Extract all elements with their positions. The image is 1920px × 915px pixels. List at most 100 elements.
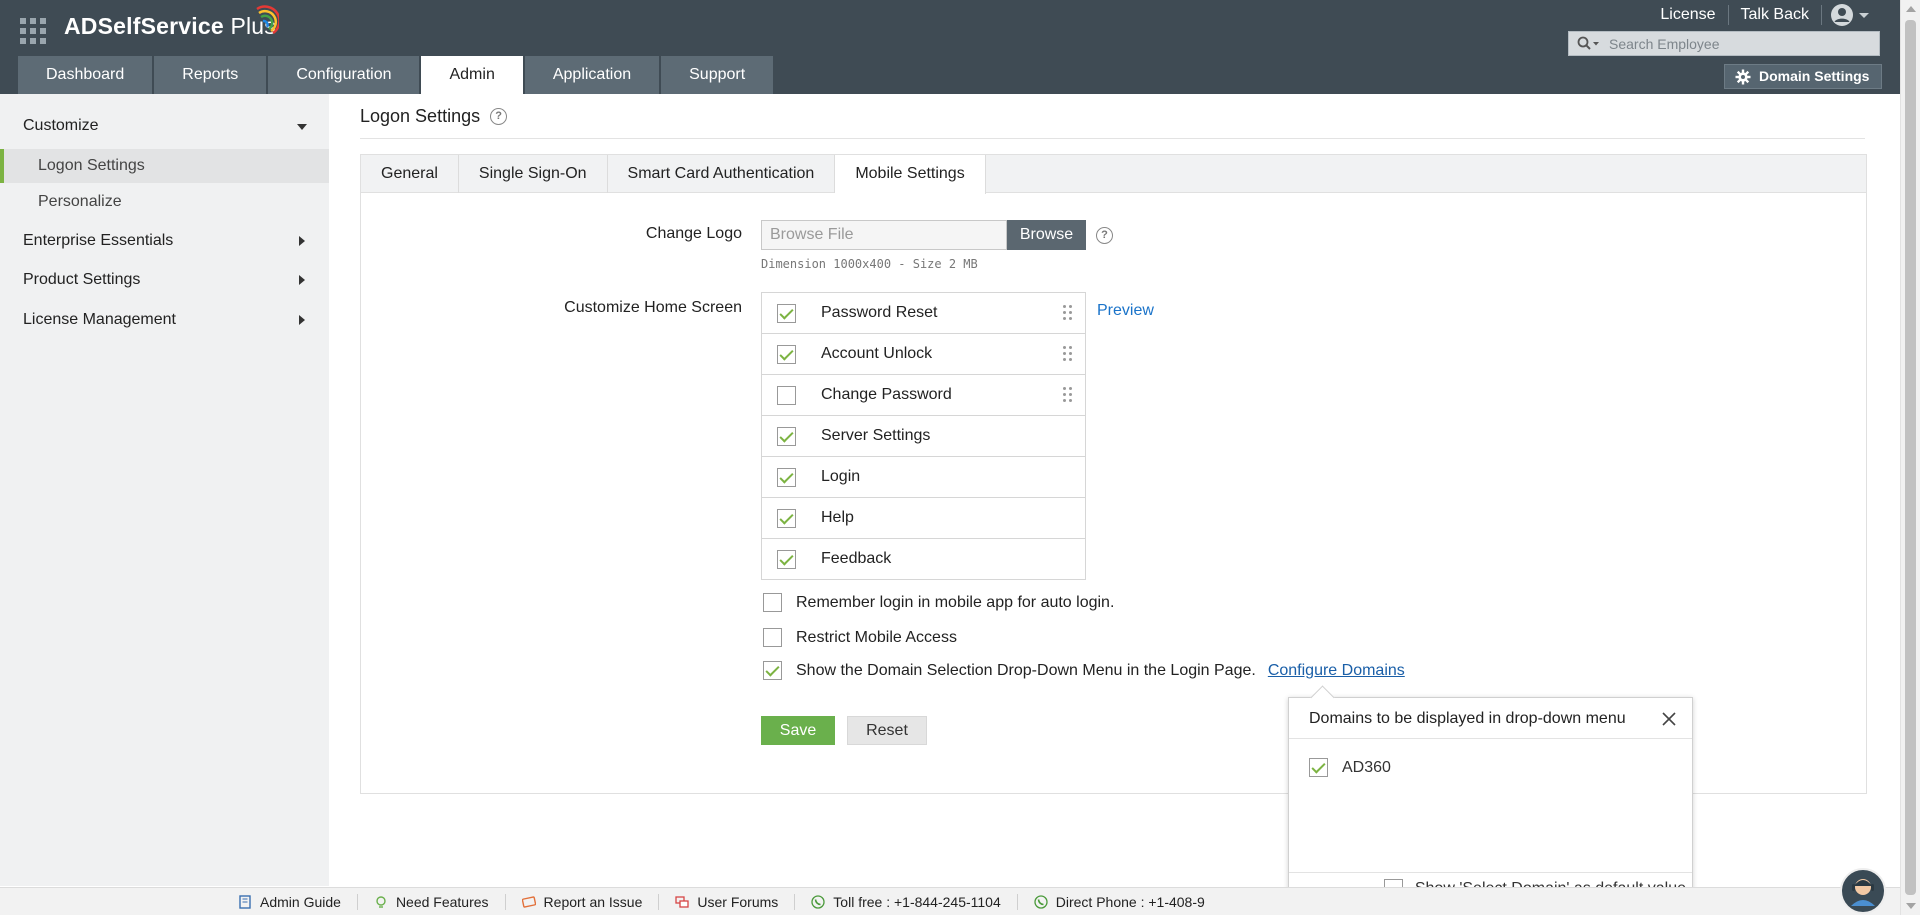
caret-right-icon (299, 236, 305, 246)
drag-handle-icon[interactable] (1063, 305, 1073, 321)
remember-login-checkbox[interactable] (763, 593, 782, 612)
scroll-up-arrow-icon[interactable] (1906, 6, 1916, 12)
logo-arc-icon (256, 5, 279, 35)
sidebar-item-enterprise-essentials[interactable]: Enterprise Essentials (0, 224, 329, 258)
forum-icon (675, 896, 690, 908)
main-nav-tabs: Dashboard Reports Configuration Admin Ap… (18, 56, 775, 94)
logon-settings-tabs: General Single Sign-On Smart Card Authen… (361, 155, 1866, 194)
domain-settings-label: Domain Settings (1759, 68, 1870, 84)
user-avatar-icon (1831, 4, 1853, 26)
restrict-mobile-access-checkbox[interactable] (763, 628, 782, 647)
sidebar-item-label: Logon Settings (38, 157, 145, 174)
account-unlock-checkbox[interactable] (777, 345, 796, 364)
need-features-link[interactable]: Need Features (358, 894, 506, 910)
caret-right-icon (299, 275, 305, 285)
sidebar-item-label: Personalize (38, 193, 122, 210)
save-button[interactable]: Save (761, 716, 835, 745)
popover-divider (1289, 738, 1692, 739)
tab-smart-card-authentication[interactable]: Smart Card Authentication (608, 155, 836, 193)
sidebar-item-product-settings[interactable]: Product Settings (0, 263, 329, 297)
preview-link[interactable]: Preview (1097, 302, 1154, 320)
title-divider (360, 138, 1865, 139)
popover-title: Domains to be displayed in drop-down men… (1309, 710, 1626, 727)
domain-ad360-checkbox[interactable] (1309, 758, 1328, 777)
password-reset-checkbox[interactable] (777, 304, 796, 323)
caret-down-icon (297, 124, 307, 130)
show-domain-dropdown-checkbox[interactable] (763, 661, 782, 680)
chevron-down-icon (1859, 13, 1869, 18)
tab-support[interactable]: Support (661, 56, 774, 94)
remember-login-option: Remember login in mobile app for auto lo… (763, 593, 1114, 612)
admin-guide-link[interactable]: Admin Guide (222, 894, 358, 910)
tab-general[interactable]: General (361, 155, 459, 193)
license-link[interactable]: License (1648, 5, 1729, 25)
domain-settings-button[interactable]: Domain Settings (1724, 64, 1883, 89)
tab-configuration[interactable]: Configuration (268, 56, 420, 94)
report-issue-link[interactable]: Report an Issue (506, 894, 660, 910)
tab-reports[interactable]: Reports (154, 56, 267, 94)
direct-phone: Direct Phone : +1-408-9 (1018, 894, 1221, 910)
drag-handle-icon[interactable] (1063, 387, 1073, 403)
scroll-down-arrow-icon[interactable] (1906, 903, 1916, 909)
footer-bar: Admin Guide Need Features Report an Issu… (0, 887, 1900, 915)
chat-assistant-button[interactable] (1840, 868, 1886, 914)
list-item: Password Reset (762, 293, 1085, 334)
home-screen-list: Password Reset Account Unlock Change Pas… (761, 292, 1086, 580)
tab-admin[interactable]: Admin (421, 56, 523, 94)
sidebar-item-logon-settings[interactable]: Logon Settings (0, 149, 329, 183)
change-password-checkbox[interactable] (777, 386, 796, 405)
phone-icon (811, 895, 825, 909)
dimension-note: Dimension 1000x400 - Size 2 MB (761, 257, 978, 271)
footer-link-label: Need Features (395, 894, 489, 910)
reset-button[interactable]: Reset (847, 716, 927, 745)
change-logo-label: Change Logo (645, 225, 742, 242)
option-label: Show the Domain Selection Drop-Down Menu… (796, 661, 1256, 679)
phone-icon (1034, 895, 1048, 909)
tab-mobile-settings[interactable]: Mobile Settings (835, 155, 986, 194)
footer-link-label: User Forums (697, 894, 779, 910)
sidebar-item-label: Customize (23, 117, 99, 134)
sidebar-item-label: Enterprise Essentials (23, 232, 174, 249)
feedback-checkbox[interactable] (777, 550, 796, 569)
browse-button[interactable]: Browse (1007, 220, 1086, 250)
search-icon[interactable] (1577, 36, 1601, 52)
product-logo[interactable]: ADSelfService Plus (64, 13, 276, 40)
page-title: Logon Settings ? (360, 106, 508, 127)
user-forums-link[interactable]: User Forums (659, 894, 796, 910)
list-item: Help (762, 498, 1085, 539)
sidebar-item-license-management[interactable]: License Management (0, 303, 329, 337)
scroll-thumb[interactable] (1905, 20, 1916, 895)
tab-dashboard[interactable]: Dashboard (18, 56, 153, 94)
browse-file-input[interactable] (761, 220, 1007, 250)
book-icon (239, 895, 251, 909)
talk-back-link[interactable]: Talk Back (1729, 5, 1822, 25)
close-icon[interactable] (1660, 710, 1678, 728)
tab-single-sign-on[interactable]: Single Sign-On (459, 155, 608, 193)
sidebar-item-customize[interactable]: Customize (0, 109, 329, 143)
list-item: Server Settings (762, 416, 1085, 457)
drag-handle-icon[interactable] (1063, 346, 1073, 362)
page-scrollbar[interactable] (1900, 0, 1920, 915)
server-settings-checkbox[interactable] (777, 427, 796, 446)
help-checkbox[interactable] (777, 509, 796, 528)
footer-link-label: Direct Phone : +1-408-9 (1055, 894, 1205, 910)
list-item-label: Server Settings (821, 427, 931, 444)
help-icon[interactable]: ? (1096, 227, 1113, 244)
footer-link-label: Toll free : +1-844-245-1104 (833, 894, 1001, 910)
list-item-label: Account Unlock (821, 345, 933, 362)
search-employee-input[interactable] (1609, 32, 1877, 55)
help-icon[interactable]: ? (490, 108, 508, 125)
app-header: ADSelfService Plus License Talk Back Das… (0, 0, 1900, 94)
lightbulb-icon (376, 896, 386, 908)
sidebar-item-personalize[interactable]: Personalize (0, 185, 329, 219)
sidebar-item-label: License Management (23, 311, 176, 328)
list-item-label: Feedback (821, 550, 892, 567)
app-launcher-icon[interactable] (20, 18, 46, 44)
configure-domains-link[interactable]: Configure Domains (1268, 662, 1405, 680)
list-item: Change Password (762, 375, 1085, 416)
tab-application[interactable]: Application (524, 56, 660, 94)
user-menu[interactable] (1830, 3, 1870, 27)
logo-upload: Browse (761, 220, 1086, 250)
sidebar: Customize Logon Settings Personalize Ent… (0, 94, 329, 886)
login-checkbox[interactable] (777, 468, 796, 487)
